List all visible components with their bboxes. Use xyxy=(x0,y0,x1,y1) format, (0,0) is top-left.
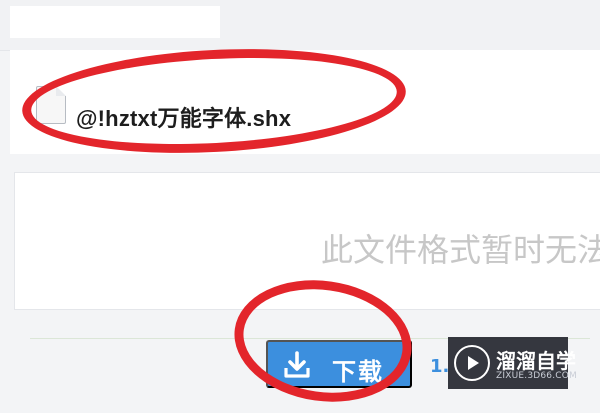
top-bar xyxy=(0,0,600,51)
preview-message: 此文件格式暂时无法 xyxy=(321,231,600,269)
top-white-strip xyxy=(10,6,220,38)
play-logo-icon xyxy=(454,345,490,381)
watermark-url: ZIXUE.3D66.COM xyxy=(496,371,578,381)
watermark-title: 溜溜自学 xyxy=(496,349,576,373)
watermark-badge: 溜溜自学 ZIXUE.3D66.COM xyxy=(448,337,577,389)
page-hint: 1. xyxy=(430,356,450,377)
